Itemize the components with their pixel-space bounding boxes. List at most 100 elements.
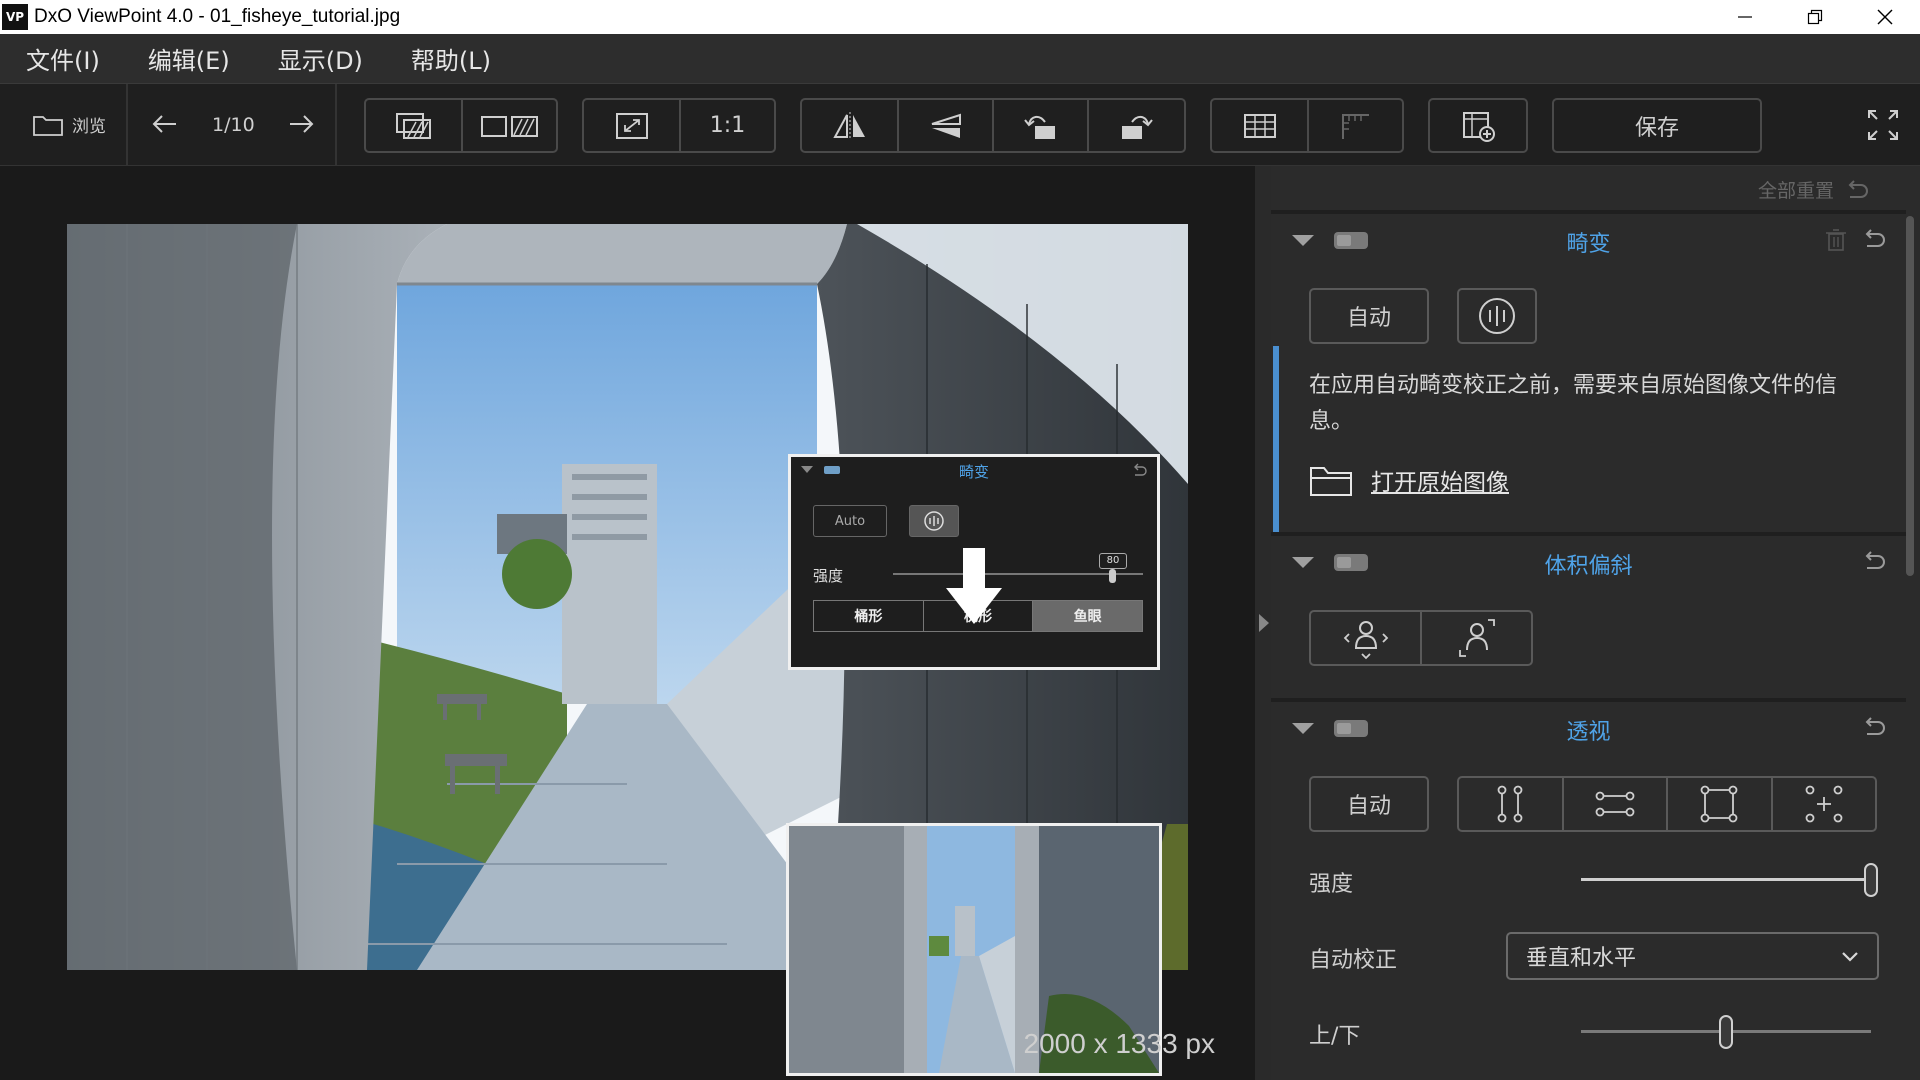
reset-all-button[interactable]: 全部重置 bbox=[1758, 176, 1870, 203]
open-original-label: 打开原始图像 bbox=[1371, 470, 1509, 496]
inset-intensity-slider bbox=[893, 573, 1143, 575]
toolbar: 浏览 1/10 1:1 保存 bbox=[0, 84, 1920, 166]
minimize-button[interactable] bbox=[1710, 0, 1780, 34]
title-bar: VP DxO ViewPoint 4.0 - 01_fisheye_tutori… bbox=[0, 0, 1920, 34]
zoom-100-button[interactable]: 1:1 bbox=[679, 100, 774, 151]
volume-horizontal-button[interactable] bbox=[1311, 612, 1420, 664]
perspective-title: 透视 bbox=[1566, 720, 1611, 745]
chevron-down-icon bbox=[1842, 952, 1858, 962]
save-label: 保存 bbox=[1634, 115, 1679, 141]
volume-title: 体积偏斜 bbox=[1544, 554, 1633, 579]
perspective-horizontal-button[interactable] bbox=[1561, 778, 1667, 830]
zoom-group: 1:1 bbox=[582, 98, 776, 153]
inset-mode-fisheye: 鱼眼 bbox=[1032, 601, 1143, 631]
distortion-manual-button[interactable] bbox=[1457, 288, 1537, 344]
perspective-intensity-label: 强度 bbox=[1309, 872, 1354, 897]
add-preset-button[interactable] bbox=[1430, 100, 1526, 151]
grid-icon bbox=[1243, 113, 1276, 138]
distortion-title: 畸变 bbox=[1566, 232, 1611, 257]
perspective-section-header[interactable]: 透视 bbox=[1271, 702, 1906, 754]
side-by-side-icon bbox=[480, 115, 538, 137]
rulers-toggle-button[interactable] bbox=[1307, 100, 1402, 151]
image-canvas[interactable]: 畸变 Auto 强度 80 桶形 枕形 鱼眼 20 bbox=[0, 166, 1255, 1080]
page-counter: 1/10 bbox=[212, 114, 255, 136]
down-arrow-icon bbox=[946, 548, 1002, 624]
perspective-rectangle-button[interactable] bbox=[1666, 778, 1771, 830]
next-image-button[interactable] bbox=[286, 112, 316, 140]
distortion-section-header[interactable]: 畸变 bbox=[1271, 214, 1906, 266]
arrow-left-icon bbox=[152, 115, 176, 133]
inset-mode-barrel: 桶形 bbox=[854, 609, 883, 625]
distortion-auto-button[interactable]: 自动 bbox=[1309, 288, 1429, 344]
trash-icon[interactable] bbox=[1825, 228, 1847, 252]
panel-scrollbar[interactable] bbox=[1906, 216, 1914, 576]
inset-intensity-label: 强度 bbox=[813, 567, 844, 585]
undo-icon[interactable] bbox=[1861, 228, 1887, 250]
menu-help[interactable]: 帮助(L) bbox=[411, 41, 491, 76]
volume-section-header[interactable]: 体积偏斜 bbox=[1271, 536, 1906, 588]
side-by-side-button[interactable] bbox=[461, 100, 556, 151]
perspective-auto-button[interactable]: 自动 bbox=[1309, 776, 1429, 832]
perspective-vertical-button[interactable] bbox=[1459, 778, 1562, 830]
previous-image-button[interactable] bbox=[150, 112, 180, 140]
image-dimensions: 2000 x 1333 px bbox=[1023, 1028, 1216, 1059]
undo-icon[interactable] bbox=[1861, 550, 1887, 572]
inset-title: 畸变 bbox=[958, 463, 989, 481]
browse-label: 浏览 bbox=[72, 117, 106, 137]
rotate-right-button[interactable] bbox=[1087, 100, 1182, 151]
overlay-compare-icon bbox=[395, 112, 431, 139]
rotate-left-button[interactable] bbox=[992, 100, 1087, 151]
menu-bar: 文件(I) 编辑(E) 显示(D) 帮助(L) bbox=[0, 34, 1920, 84]
flip-vertical-icon bbox=[931, 113, 961, 138]
export-group bbox=[1428, 98, 1528, 153]
browse-button[interactable]: 浏览 bbox=[32, 112, 106, 137]
restore-button[interactable] bbox=[1780, 0, 1850, 34]
eight-points-icon bbox=[1805, 785, 1843, 823]
person-horizontal-icon bbox=[1343, 621, 1388, 660]
before-after-overlay-button[interactable] bbox=[366, 100, 461, 151]
updown-slider-thumb[interactable] bbox=[1719, 1015, 1733, 1049]
close-icon bbox=[1877, 9, 1893, 25]
collapse-panel-arrow-icon[interactable] bbox=[1259, 614, 1269, 632]
auto-correct-label: 自动校正 bbox=[1309, 948, 1398, 973]
undo-icon bbox=[1848, 179, 1868, 198]
folder-icon bbox=[33, 115, 63, 136]
menu-edit[interactable]: 编辑(E) bbox=[148, 41, 230, 76]
corrections-panel: 全部重置 畸变 自动 在应用自动畸变校正之前，需要来自原始图像文件的信息。 打开… bbox=[1271, 166, 1920, 1080]
open-original-link[interactable]: 打开原始图像 bbox=[1309, 463, 1509, 497]
save-button[interactable]: 保存 bbox=[1552, 98, 1762, 153]
rotate-left-icon bbox=[1023, 115, 1055, 139]
transform-group bbox=[800, 98, 1186, 153]
fisheye-manual-icon bbox=[924, 511, 944, 531]
toolbar-divider bbox=[335, 84, 337, 166]
toolbar-divider bbox=[126, 84, 128, 166]
fit-to-screen-button[interactable] bbox=[584, 100, 679, 151]
fullscreen-button[interactable] bbox=[1866, 108, 1900, 146]
menu-file[interactable]: 文件(I) bbox=[26, 41, 100, 76]
auto-correct-value: 垂直和水平 bbox=[1526, 946, 1637, 971]
app-logo-icon: VP bbox=[2, 4, 28, 30]
info-accent-bar bbox=[1273, 346, 1279, 532]
undo-icon[interactable] bbox=[1861, 716, 1887, 738]
restore-icon bbox=[1807, 9, 1823, 25]
distortion-info-text: 在应用自动畸变校正之前，需要来自原始图像文件的信息。 bbox=[1309, 373, 1838, 434]
grid-toggle-button[interactable] bbox=[1212, 100, 1307, 151]
close-button[interactable] bbox=[1850, 0, 1920, 34]
rectangle-points-icon bbox=[1700, 785, 1738, 823]
volume-diagonal-button[interactable] bbox=[1420, 612, 1531, 664]
inset-manual-button bbox=[909, 505, 959, 537]
flip-vertical-button[interactable] bbox=[897, 100, 992, 151]
inset-intensity-thumb bbox=[1109, 569, 1116, 583]
perspective-eight-points-button[interactable] bbox=[1770, 778, 1876, 830]
inset-auto-button: Auto bbox=[813, 505, 887, 537]
panel-splitter[interactable] bbox=[1255, 166, 1271, 1080]
grid-group bbox=[1210, 98, 1404, 153]
auto-correct-select[interactable]: 垂直和水平 bbox=[1506, 932, 1879, 980]
intensity-slider-thumb[interactable] bbox=[1864, 863, 1878, 897]
menu-view[interactable]: 显示(D) bbox=[278, 41, 363, 76]
flip-horizontal-button[interactable] bbox=[802, 100, 897, 151]
minimize-icon bbox=[1738, 16, 1752, 18]
arrow-right-icon bbox=[290, 115, 314, 133]
folder-icon bbox=[1310, 467, 1352, 496]
perspective-mode-selector bbox=[1457, 776, 1877, 832]
